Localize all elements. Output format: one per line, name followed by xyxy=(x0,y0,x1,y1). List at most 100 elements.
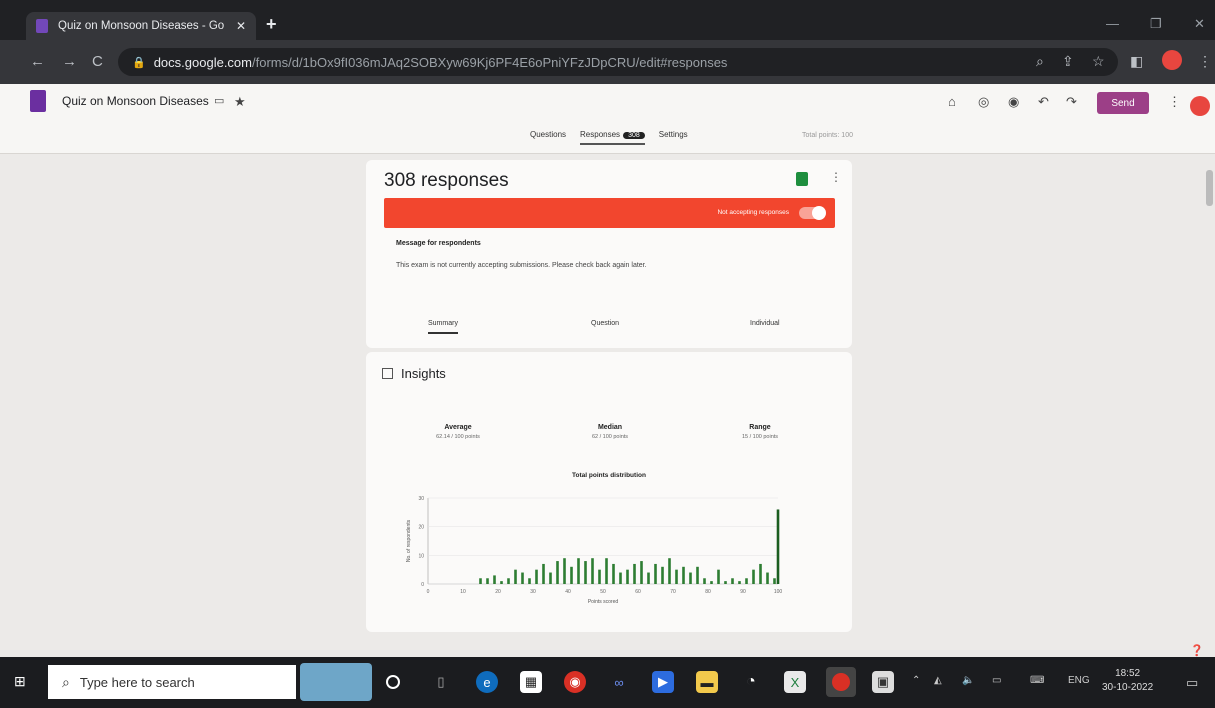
range-value: 15 / 100 points xyxy=(741,434,779,440)
insights-title: Insights xyxy=(401,366,446,381)
histogram-bar xyxy=(563,558,566,584)
histogram-bar xyxy=(591,558,594,584)
windows-start-icon[interactable]: ⊞ xyxy=(14,673,30,689)
store-icon[interactable]: ▦ xyxy=(520,671,542,693)
window-close-icon[interactable]: ✕ xyxy=(1194,16,1205,32)
sheets-icon[interactable] xyxy=(796,172,808,186)
x-tick-label: 90 xyxy=(740,589,746,595)
browser-tab[interactable]: Quiz on Monsoon Diseases - Go ✕ xyxy=(26,12,256,40)
chrome-active-icon[interactable] xyxy=(826,667,856,697)
volume-icon[interactable]: 🔈 xyxy=(962,675,974,686)
folder-icon[interactable]: ▭ xyxy=(214,94,224,107)
tab-questions[interactable]: Questions xyxy=(530,130,566,145)
subtab-question[interactable]: Question xyxy=(591,320,619,327)
reload-icon[interactable]: C xyxy=(92,53,103,70)
sidepanel-icon[interactable]: ◧ xyxy=(1130,53,1143,70)
responses-count-title: 308 responses xyxy=(384,170,509,191)
histogram-bar xyxy=(514,569,517,584)
help-icon[interactable]: ❓ xyxy=(1190,644,1204,657)
more-options-icon[interactable]: ⋮ xyxy=(1168,94,1181,110)
bookmark-star-icon[interactable]: ☆ xyxy=(1092,53,1105,70)
form-title[interactable]: Quiz on Monsoon Diseases xyxy=(62,94,209,108)
page-scrollbar[interactable] xyxy=(1206,170,1213,206)
histogram-bar xyxy=(682,566,685,584)
whatsapp-icon[interactable]: ◔ xyxy=(740,671,762,693)
forms-header: Quiz on Monsoon Diseases ▭ ★ ⌂ ◎ ◉ ↶ ↷ S… xyxy=(0,84,1215,154)
notifications-icon[interactable]: ▭ xyxy=(1186,675,1198,691)
responses-more-icon[interactable]: ⋮ xyxy=(830,170,842,184)
undo-icon[interactable]: ↶ xyxy=(1038,94,1049,110)
addon-icon[interactable]: ⌂ xyxy=(948,94,956,109)
browser-menu-icon[interactable]: ⋮ xyxy=(1198,53,1212,70)
browser-tabstrip: Quiz on Monsoon Diseases - Go ✕ + — ❐ ✕ xyxy=(0,0,1215,40)
insights-icon xyxy=(382,368,393,379)
histogram-bar xyxy=(577,558,580,584)
excel-icon[interactable]: X xyxy=(784,671,806,693)
office-icon[interactable]: ∞ xyxy=(608,671,630,693)
histogram-bar xyxy=(633,563,636,584)
language-indicator[interactable]: ENG xyxy=(1068,675,1090,686)
tray-chevron-icon[interactable]: ⌃ xyxy=(912,675,920,686)
cortana-icon[interactable] xyxy=(386,675,400,689)
accepting-toggle[interactable] xyxy=(799,206,826,220)
tab-responses[interactable]: Responses 308 xyxy=(580,130,645,145)
clock[interactable]: 18:52 30-10-2022 xyxy=(1102,667,1153,695)
histogram-bar xyxy=(500,581,503,584)
insights-heading: Insights xyxy=(382,366,446,381)
histogram-bar xyxy=(605,558,608,584)
zoom-app-icon[interactable]: ▶ xyxy=(652,671,674,693)
browser-profile-avatar[interactable] xyxy=(1162,50,1182,70)
close-tab-icon[interactable]: ✕ xyxy=(236,19,246,33)
tray-app-icon[interactable]: ◭ xyxy=(934,675,942,686)
edge-icon[interactable]: e xyxy=(476,671,498,693)
taskbar: ⊞ ⌕ Type here to search ▯ e ▦ ◉ ∞ ▶ ▬ ◔ … xyxy=(0,657,1215,708)
send-button[interactable]: Send xyxy=(1097,92,1149,114)
star-icon[interactable]: ★ xyxy=(234,94,246,110)
subtab-individual[interactable]: Individual xyxy=(750,320,780,327)
forward-icon[interactable]: → xyxy=(62,53,77,70)
battery-icon[interactable]: ▭ xyxy=(992,675,1001,686)
subtab-summary[interactable]: Summary xyxy=(428,320,458,334)
clock-date: 30-10-2022 xyxy=(1102,682,1154,693)
account-avatar[interactable] xyxy=(1190,96,1210,116)
histogram-bar xyxy=(745,578,748,584)
tab-settings[interactable]: Settings xyxy=(659,130,688,145)
histogram-bar xyxy=(570,566,573,584)
forms-logo-icon[interactable] xyxy=(30,90,46,112)
x-tick-label: 0 xyxy=(427,589,430,595)
maximize-icon[interactable]: ❐ xyxy=(1150,16,1162,32)
histogram-bar xyxy=(668,558,671,584)
zoom-icon[interactable]: ⌕ xyxy=(1036,53,1044,70)
photos-icon[interactable]: ▣ xyxy=(872,671,894,693)
histogram-bar xyxy=(556,561,559,584)
x-tick-label: 60 xyxy=(635,589,641,595)
keyboard-icon[interactable]: ⌨ xyxy=(1030,675,1044,686)
histogram-bar xyxy=(528,578,531,584)
histogram-bar xyxy=(724,581,727,584)
average-stat: Average 62.14 / 100 points xyxy=(398,424,518,440)
histogram-bar xyxy=(542,563,545,584)
minimize-icon[interactable]: — xyxy=(1106,16,1119,31)
url-bar[interactable]: 🔒 docs.google.com/forms/d/1bOx9fI036mJAq… xyxy=(118,48,1118,76)
histogram-bar xyxy=(486,578,489,584)
file-explorer-icon[interactable]: ▬ xyxy=(696,671,718,693)
chrome-icon[interactable]: ◉ xyxy=(564,671,586,693)
median-stat: Median 62 / 100 points xyxy=(550,424,670,440)
task-view-icon[interactable]: ▯ xyxy=(430,671,452,693)
taskbar-search[interactable]: ⌕ Type here to search xyxy=(48,665,296,699)
forms-favicon-icon xyxy=(36,19,48,33)
redo-icon[interactable]: ↷ xyxy=(1066,94,1077,110)
histogram-bar xyxy=(535,569,538,584)
message-text[interactable]: This exam is not currently accepting sub… xyxy=(396,262,647,269)
points-distribution-chart: 0 10 20 30 0 10 20 30 40 50 60 70 80 90 100 Points scor… xyxy=(406,496,782,605)
palette-icon[interactable]: ◎ xyxy=(978,94,989,110)
search-highlight-image[interactable] xyxy=(300,663,372,701)
new-tab-icon[interactable]: + xyxy=(266,14,277,35)
preview-eye-icon[interactable]: ◉ xyxy=(1008,94,1019,110)
histogram-bar xyxy=(738,581,741,584)
histogram-bar xyxy=(549,572,552,584)
back-icon[interactable]: ← xyxy=(30,53,45,70)
form-tabs: Questions Responses 308 Settings xyxy=(530,130,688,145)
share-icon[interactable]: ⇪ xyxy=(1062,53,1074,70)
y-axis-label: No. of respondents xyxy=(406,519,412,562)
